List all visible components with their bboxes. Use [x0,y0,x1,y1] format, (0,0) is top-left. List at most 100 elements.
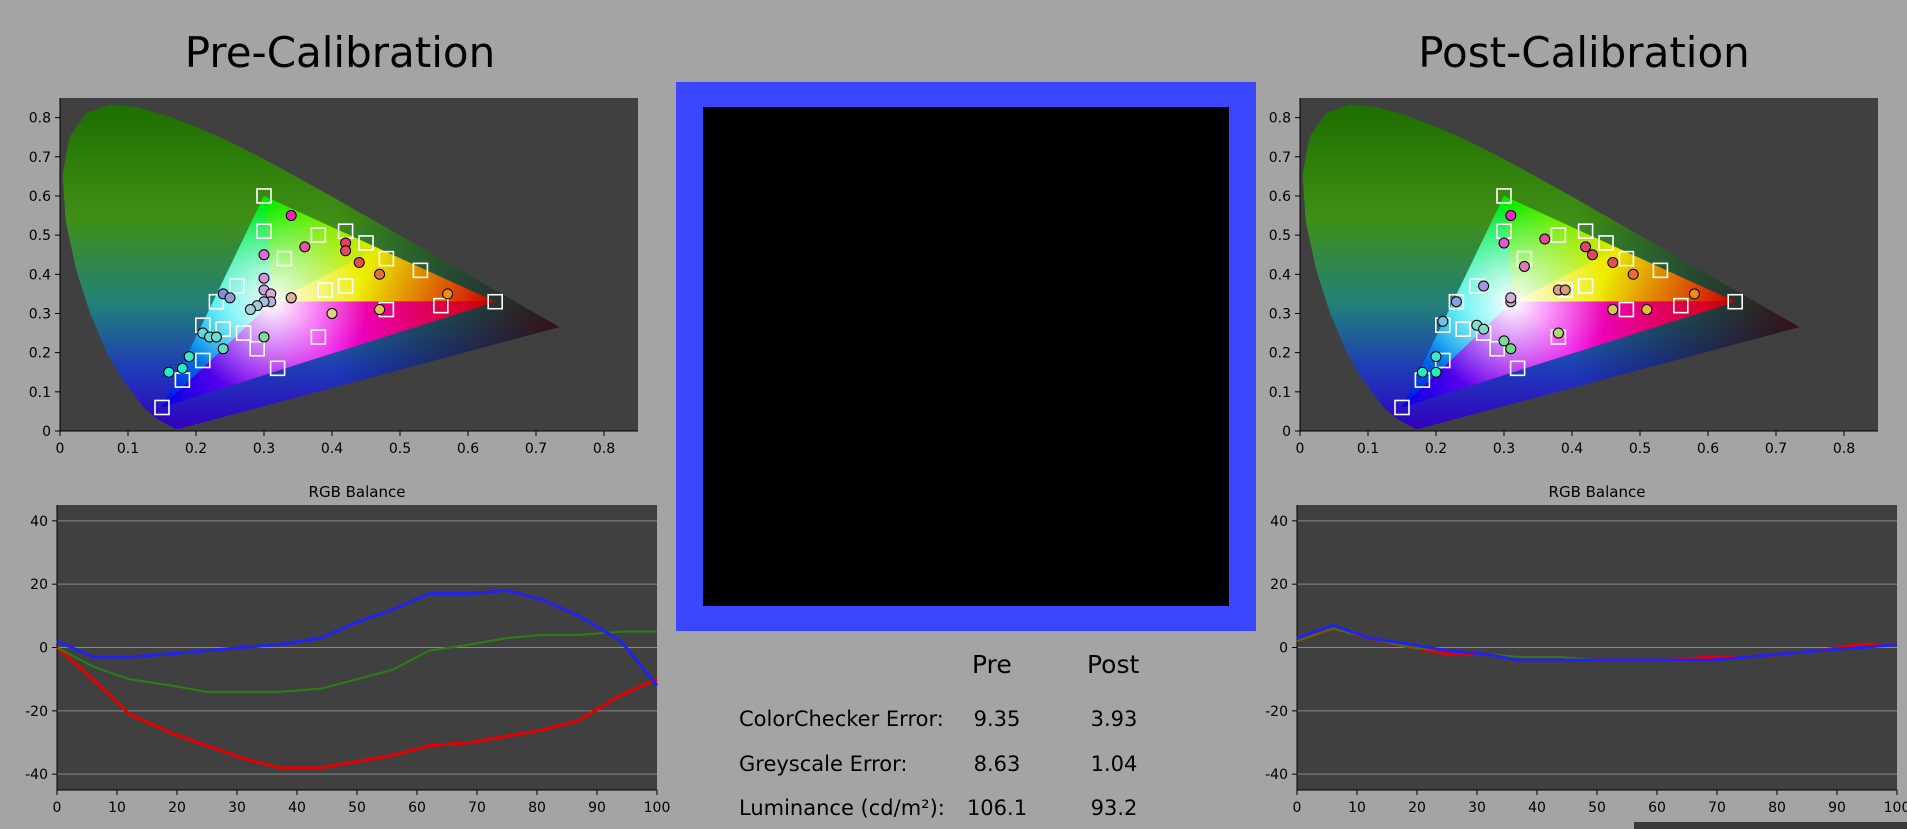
measured-marker [1430,366,1442,378]
stats-header-pre: Pre [972,650,1012,679]
measured-marker [1478,323,1490,335]
measured-marker [374,304,386,316]
measured-marker [299,241,311,253]
post-calibration-title: Post-Calibration [1418,28,1750,77]
measured-marker [217,343,229,355]
x-tick-label: 0.3 [1493,441,1515,457]
x-tick-label: 10 [108,800,126,816]
measured-marker [1559,284,1571,296]
x-tick-label: 40 [288,800,306,816]
x-tick-label: 0.4 [321,441,343,457]
x-tick-label: 0.7 [525,441,547,457]
stats-label-colorchecker: ColorChecker Error: [739,707,944,731]
stats-value-greyscale-post: 1.04 [1090,752,1138,776]
y-tick-label: -20 [1265,704,1288,720]
x-tick-label: 0.6 [1697,441,1719,457]
y-tick-label: 0.4 [29,267,51,283]
measured-marker [176,362,188,374]
x-tick-label: 20 [1408,800,1426,816]
measured-marker [1641,304,1653,316]
x-tick-label: 0 [1296,441,1305,457]
x-tick-label: 60 [1648,800,1666,816]
measured-marker [285,292,297,304]
x-tick-label: 0.1 [117,441,139,457]
measured-marker [285,210,297,222]
y-tick-label: -20 [25,704,48,720]
post-rgb-balance-chart: RGB Balance 40 20 0 -20 -40 0 10 20 30 40 50 60 70 80 9… [1265,483,1907,816]
stats-value-greyscale-pre: 8.63 [973,752,1021,776]
stats-value-colorchecker-pre: 9.35 [973,707,1021,731]
x-tick-label: 0.6 [457,441,479,457]
measured-marker [1552,327,1564,339]
y-tick-label: 0 [39,641,48,657]
measured-marker [1539,233,1551,245]
measured-marker [442,288,454,300]
y-tick-label: 0.2 [29,346,51,362]
measured-marker [183,351,195,363]
measured-marker [258,272,270,284]
measured-marker [1518,260,1530,272]
stats-label-greyscale: Greyscale Error: [739,752,908,776]
x-tick-label: 0.2 [1425,441,1447,457]
stats-label-luminance: Luminance (cd/m²): [739,796,945,820]
measured-marker [258,249,270,261]
y-tick-label: -40 [1265,767,1288,783]
y-tick-label: 20 [1270,577,1288,593]
measured-marker [1505,343,1517,355]
x-tick-label: 80 [528,800,546,816]
measured-marker [340,245,352,257]
y-tick-label: 0.5 [1269,228,1291,244]
x-tick-label: 0.1 [1357,441,1379,457]
x-tick-label: 50 [348,800,366,816]
x-tick-label: 0 [53,800,62,816]
x-tick-label: 0.3 [253,441,275,457]
y-tick-label: 0 [1282,424,1291,440]
measured-marker [224,292,236,304]
y-tick-label: 0.1 [1269,385,1291,401]
test-pattern-window [703,107,1229,606]
stats-value-luminance-post: 93.2 [1090,796,1138,820]
x-tick-label: 100 [1884,800,1907,816]
measured-marker [1688,288,1700,300]
y-tick-label: 0.3 [29,306,51,322]
x-tick-label: 30 [228,800,246,816]
x-tick-label: 90 [588,800,606,816]
x-tick-label: 0.4 [1561,441,1583,457]
pre-cie-chart: 0 0.1 0.2 0.3 0.4 0.5 0.6 0.7 0.8 0 0.1 0.2 0.3 0.4 0.… [29,98,638,457]
measured-marker [1478,280,1490,292]
stats-value-colorchecker-post: 3.93 [1090,707,1138,731]
x-tick-label: 0.2 [185,441,207,457]
rgb-balance-title: RGB Balance [309,483,406,501]
y-tick-label: 0.7 [1269,150,1291,166]
measured-marker [1607,304,1619,316]
taskbar-fragment [1634,822,1907,829]
x-tick-label: 90 [1828,800,1846,816]
y-tick-label: 0.4 [1269,267,1291,283]
measured-marker [244,304,256,316]
stats-value-luminance-pre: 106.1 [966,796,1028,820]
y-tick-label: 0.8 [29,111,51,127]
pre-calibration-title: Pre-Calibration [184,28,496,77]
y-tick-label: -40 [25,767,48,783]
x-tick-label: 70 [1708,800,1726,816]
x-tick-label: 20 [168,800,186,816]
measured-marker [1430,351,1442,363]
measured-marker [353,257,365,269]
y-tick-label: 40 [1270,514,1288,530]
y-tick-label: 0.5 [29,228,51,244]
y-tick-label: 0.8 [1269,111,1291,127]
measured-marker [326,307,338,319]
measured-marker [1450,296,1462,308]
x-tick-label: 60 [408,800,426,816]
x-tick-label: 80 [1768,800,1786,816]
x-tick-label: 0.5 [389,441,411,457]
measured-marker [1498,237,1510,249]
x-tick-label: 10 [1348,800,1366,816]
measured-marker [1607,257,1619,269]
x-tick-label: 100 [644,800,671,816]
y-tick-label: 0 [42,424,51,440]
measured-marker [1416,366,1428,378]
x-tick-label: 70 [468,800,486,816]
x-tick-label: 0.8 [1833,441,1855,457]
measured-marker [1505,292,1517,304]
